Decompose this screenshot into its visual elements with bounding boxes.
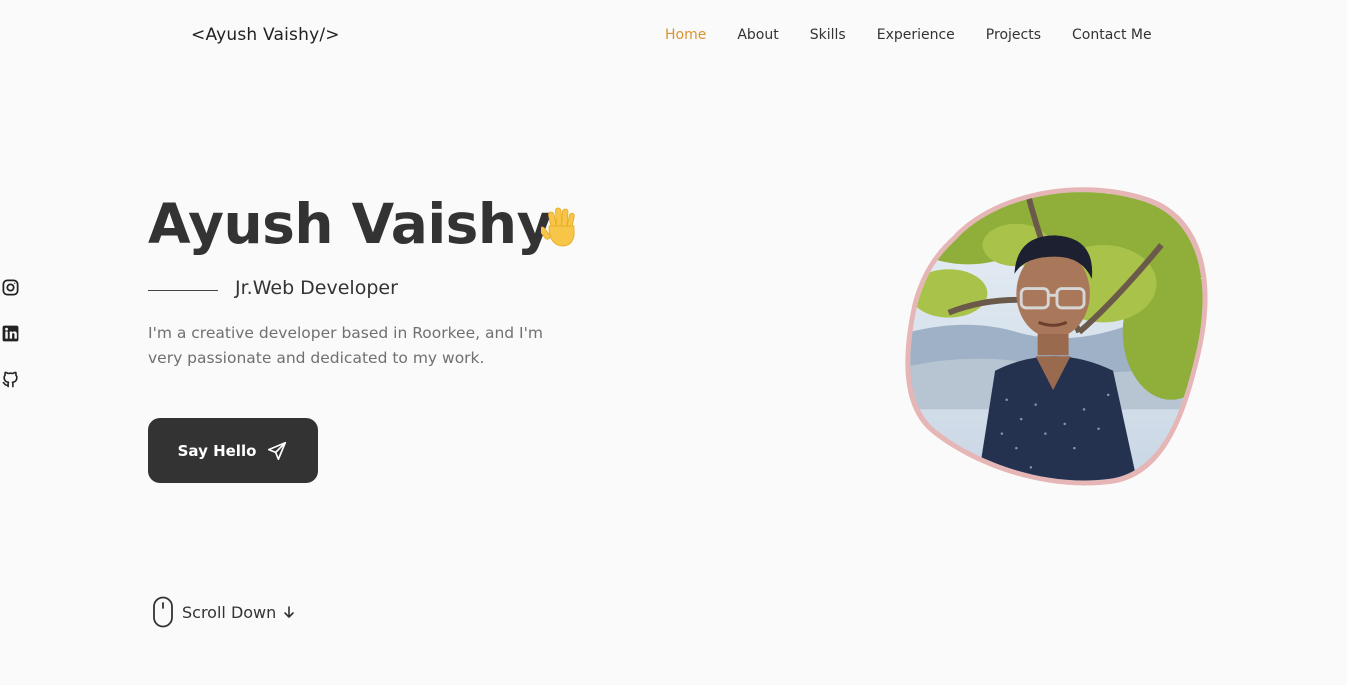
nav-projects[interactable]: Projects: [986, 27, 1041, 43]
scroll-down-label: Scroll Down: [182, 602, 277, 622]
say-hello-label: Say Hello: [177, 441, 257, 460]
hero-name: Ayush Vaishy: [148, 192, 552, 256]
site-logo[interactable]: <Ayush Vaishy/>: [191, 25, 340, 45]
send-icon: [268, 441, 287, 460]
hero-role: Jr.Web Developer: [235, 277, 398, 299]
mouse-icon: [153, 596, 173, 628]
hero-description: I'm a creative developer based in Roorke…: [148, 324, 543, 367]
nav-contact[interactable]: Contact Me: [1072, 27, 1152, 43]
nav-about[interactable]: About: [737, 27, 778, 43]
waving-hand-icon: [541, 207, 575, 247]
arrow-down-icon: [284, 606, 295, 618]
profile-photo: [905, 187, 1208, 486]
main-nav: Home About Skills Experience Projects Co…: [665, 27, 1183, 43]
nav-experience[interactable]: Experience: [877, 27, 955, 43]
social-links: [1, 278, 20, 416]
scroll-down-link[interactable]: Scroll Down: [152, 596, 296, 628]
instagram-icon[interactable]: [1, 278, 20, 297]
linkedin-icon[interactable]: [1, 324, 20, 343]
github-icon[interactable]: [1, 370, 20, 389]
page: <Ayush Vaishy/> Home About Skills Experi…: [0, 0, 1347, 685]
nav-skills[interactable]: Skills: [810, 27, 846, 43]
say-hello-button[interactable]: Say Hello: [148, 418, 318, 483]
nav-home[interactable]: Home: [665, 27, 706, 43]
role-divider: [148, 290, 218, 291]
